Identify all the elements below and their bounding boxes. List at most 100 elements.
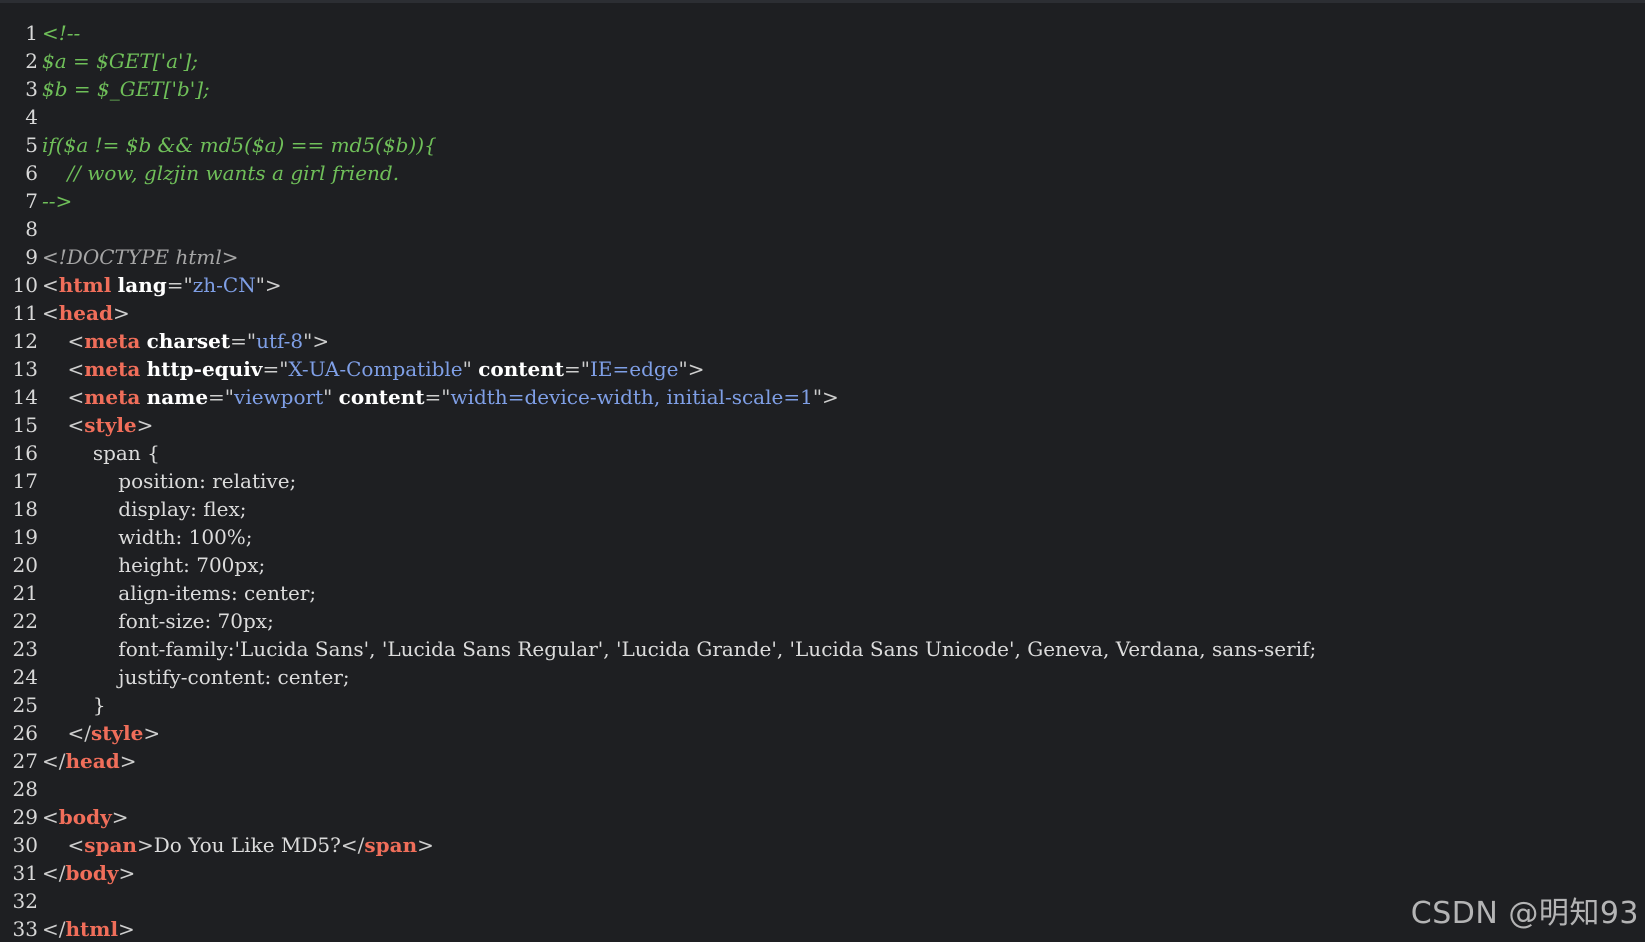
code-token: --> (42, 189, 73, 213)
line-number: 26 (12, 721, 38, 745)
line-number: 18 (12, 497, 38, 521)
code-text: display: flex; (42, 495, 246, 523)
code-token: < (67, 357, 85, 381)
code-text: <!DOCTYPE html> (42, 243, 239, 271)
code-line: 7 --> (0, 187, 1645, 215)
code-line: 18 display: flex; (0, 495, 1645, 523)
code-token: "> (303, 329, 330, 353)
line-number: 20 (12, 553, 38, 577)
code-token: "> (812, 385, 839, 409)
code-text: <span>Do You Like MD5?</span> (42, 831, 434, 859)
code-text: <meta http-equiv="X-UA-Compatible" conte… (42, 355, 705, 383)
line-number: 10 (12, 273, 38, 297)
code-line: 16 span { (0, 439, 1645, 467)
code-line: 29 <body> (0, 803, 1645, 831)
code-text: </html> (42, 915, 135, 942)
line-number: 33 (12, 917, 38, 941)
code-token: < (42, 805, 59, 829)
line-number: 31 (12, 861, 38, 885)
code-token: > (136, 833, 154, 857)
code-text: </style> (42, 719, 160, 747)
code-line: 13 <meta http-equiv="X-UA-Compatible" co… (0, 355, 1645, 383)
line-number: 3 (25, 77, 38, 101)
code-token: zh-CN (192, 273, 256, 297)
code-token: content (338, 385, 425, 409)
code-line: 27 </head> (0, 747, 1645, 775)
line-number: 16 (12, 441, 38, 465)
code-token: span (364, 833, 418, 857)
code-line: 23 font-family:'Lucida Sans', 'Lucida Sa… (0, 635, 1645, 663)
line-number: 22 (12, 609, 38, 633)
code-token: < (42, 301, 59, 325)
code-token: utf-8 (256, 329, 304, 353)
line-number: 11 (12, 301, 38, 325)
code-token: justify-content: center; (42, 665, 350, 689)
line-number: 30 (12, 833, 38, 857)
code-token: display: flex; (42, 497, 247, 521)
line-number: 9 (25, 245, 38, 269)
code-token: < (67, 329, 85, 353)
code-token: charset (146, 329, 231, 353)
line-number: 6 (25, 161, 38, 185)
line-number: 27 (12, 749, 38, 773)
code-token: </ (42, 861, 66, 885)
line-number: 2 (25, 49, 38, 73)
line-number: 32 (12, 889, 38, 913)
code-view[interactable]: 1 <!-- 2 $a = $GET['a']; 3 $b = $_GET['b']; 4 5… (0, 19, 1645, 942)
code-editor[interactable]: 1 <!-- 2 $a = $GET['a']; 3 $b = $_GET['b']; 4 5… (0, 0, 1645, 942)
line-number: 28 (12, 777, 38, 801)
code-line: 9 <!DOCTYPE html> (0, 243, 1645, 271)
code-token: </ (42, 917, 66, 941)
code-token: "> (678, 357, 705, 381)
code-token: " (462, 357, 479, 381)
code-line: 22 font-size: 70px; (0, 607, 1645, 635)
code-line: 5 if($a != $b && md5($a) == md5($b)){ (0, 131, 1645, 159)
code-token: </ (340, 833, 365, 857)
code-line: 15 <style> (0, 411, 1645, 439)
code-line: 10 <html lang="zh-CN"> (0, 271, 1645, 299)
code-token: =" (564, 357, 590, 381)
code-token: style (90, 721, 144, 745)
code-text: </head> (42, 747, 136, 775)
code-line: 8 (0, 215, 1645, 243)
code-token: viewport (234, 385, 324, 409)
line-number: 8 (25, 217, 38, 241)
code-token: $a = $GET['a']; (42, 49, 199, 73)
code-token: < (67, 385, 85, 409)
code-text: span { (42, 439, 160, 467)
code-text: font-size: 70px; (42, 607, 274, 635)
code-line: 32 (0, 887, 1645, 915)
code-line: 6 // wow, glzjin wants a girl friend. (0, 159, 1645, 187)
code-token: IE=edge (589, 357, 679, 381)
code-token: > (111, 805, 129, 829)
code-token: span { (42, 441, 160, 465)
code-line: 4 (0, 103, 1645, 131)
code-token: head (58, 301, 113, 325)
code-token: $b = $_GET['b']; (42, 77, 210, 101)
code-line: 1 <!-- (0, 19, 1645, 47)
line-number: 13 (12, 357, 38, 381)
code-token: > (143, 721, 161, 745)
code-token: Do You Like MD5? (153, 833, 341, 857)
line-number: 4 (25, 105, 38, 129)
code-line: 20 height: 700px; (0, 551, 1645, 579)
line-number: 24 (12, 665, 38, 689)
watermark: CSDN @明知93 (1410, 896, 1639, 931)
code-token: =" (166, 273, 193, 297)
code-token: </ (67, 721, 91, 745)
code-token: height: 700px; (42, 553, 266, 577)
code-token: X-UA-Compatible (288, 357, 463, 381)
code-line: 26 </style> (0, 719, 1645, 747)
code-line: 31 </body> (0, 859, 1645, 887)
line-number: 1 (25, 21, 38, 45)
code-text: <body> (42, 803, 128, 831)
code-text: align-items: center; (42, 579, 316, 607)
code-text: width: 100%; (42, 523, 252, 551)
code-line: 17 position: relative; (0, 467, 1645, 495)
code-token: < (67, 413, 85, 437)
code-token: > (417, 833, 434, 857)
